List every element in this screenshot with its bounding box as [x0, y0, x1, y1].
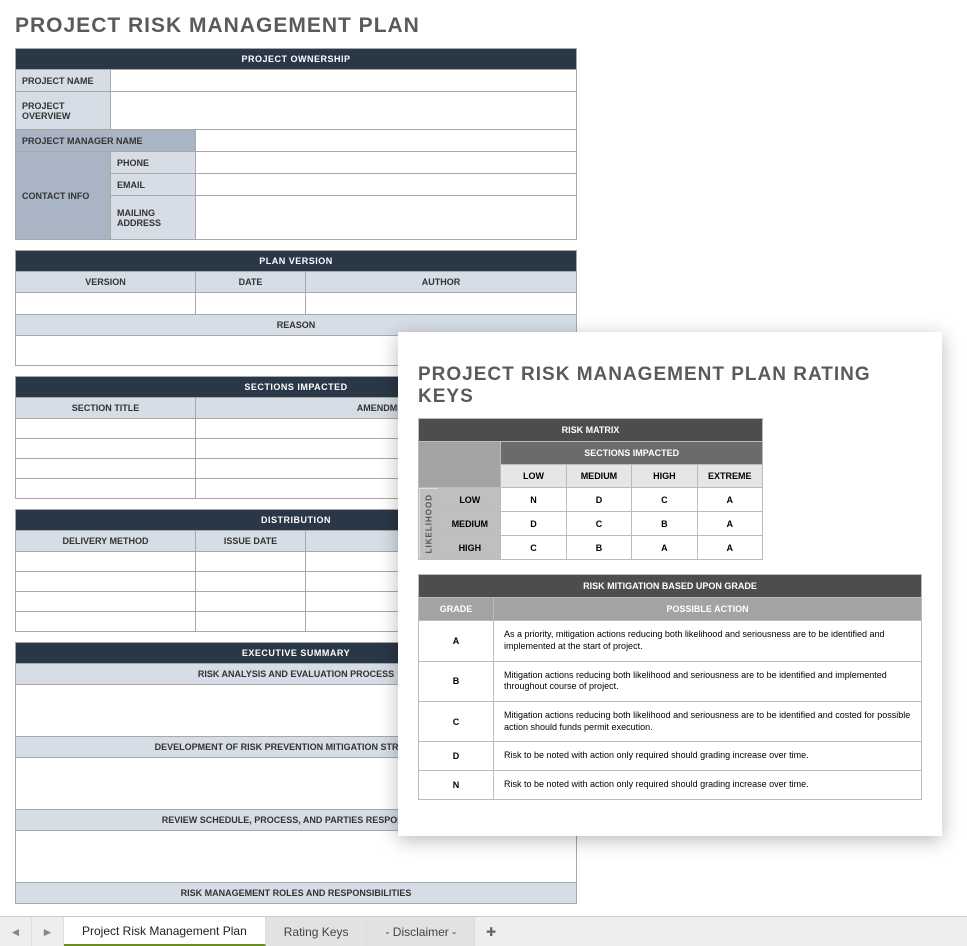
mitigation-header: RISK MITIGATION BASED UPON GRADE [419, 575, 922, 598]
mitigation-table: RISK MITIGATION BASED UPON GRADE GRADE P… [418, 574, 922, 800]
grade-c: C [419, 702, 494, 742]
matrix-header: RISK MATRIX [419, 419, 763, 442]
action-c: Mitigation actions reducing both likelih… [494, 702, 922, 742]
impact-low: LOW [501, 465, 566, 488]
action-a: As a priority, mitigation actions reduci… [494, 621, 922, 661]
matrix-cell: C [632, 488, 697, 512]
dist-row[interactable] [196, 552, 306, 572]
project-overview-value[interactable] [111, 92, 577, 130]
col-author: AUTHOR [306, 272, 577, 293]
matrix-cell: A [697, 488, 762, 512]
matrix-cell: A [697, 536, 762, 560]
col-date: DATE [196, 272, 306, 293]
col-section-title: SECTION TITLE [16, 398, 196, 419]
col-grade: GRADE [419, 598, 494, 621]
likelihood-label: LIKELIHOOD [419, 488, 439, 560]
impact-medium: MEDIUM [566, 465, 631, 488]
matrix-cell: A [697, 512, 762, 536]
matrix-cell: D [566, 488, 631, 512]
author-value[interactable] [306, 293, 577, 315]
exec-r4: RISK MANAGEMENT ROLES AND RESPONSIBILITI… [16, 883, 577, 904]
dist-row[interactable] [196, 612, 306, 632]
overlay-title: PROJECT RISK MANAGEMENT PLAN RATING KEYS [418, 364, 922, 408]
action-n: Risk to be noted with action only requir… [494, 771, 922, 800]
impact-header: SECTIONS IMPACTED [501, 442, 763, 465]
sheet-tab-bar: ◄ ► Project Risk Management Plan Rating … [0, 916, 967, 946]
risk-matrix-table: RISK MATRIX SECTIONS IMPACTED LOW MEDIUM… [418, 418, 763, 560]
like-low: LOW [439, 488, 501, 512]
grade-n: N [419, 771, 494, 800]
like-high: HIGH [439, 536, 501, 560]
impact-high: HIGH [632, 465, 697, 488]
matrix-cell: B [632, 512, 697, 536]
exec-r3-value[interactable] [16, 831, 577, 883]
rating-keys-panel: PROJECT RISK MANAGEMENT PLAN RATING KEYS… [398, 332, 942, 836]
section-row[interactable] [16, 459, 196, 479]
grade-d: D [419, 742, 494, 771]
impact-extreme: EXTREME [697, 465, 762, 488]
project-overview-label: PROJECT OVERVIEW [16, 92, 111, 130]
matrix-cell: C [566, 512, 631, 536]
action-d: Risk to be noted with action only requir… [494, 742, 922, 771]
email-label: EMAIL [111, 174, 196, 196]
section-row[interactable] [16, 439, 196, 459]
dist-row[interactable] [16, 592, 196, 612]
matrix-cell: C [501, 536, 566, 560]
dist-row[interactable] [16, 552, 196, 572]
phone-value[interactable] [196, 152, 577, 174]
matrix-cell: N [501, 488, 566, 512]
mailing-label: MAILING ADDRESS [111, 196, 196, 240]
date-value[interactable] [196, 293, 306, 315]
version-header: PLAN VERSION [16, 251, 577, 272]
ownership-table: PROJECT OWNERSHIP PROJECT NAME PROJECT O… [15, 48, 577, 240]
dist-row[interactable] [196, 572, 306, 592]
project-name-value[interactable] [111, 70, 577, 92]
ownership-header: PROJECT OWNERSHIP [16, 49, 577, 70]
col-issue: ISSUE DATE [196, 531, 306, 552]
page-title: PROJECT RISK MANAGEMENT PLAN [15, 14, 967, 38]
pm-name-label: PROJECT MANAGER NAME [16, 130, 196, 152]
col-delivery: DELIVERY METHOD [16, 531, 196, 552]
matrix-cell: B [566, 536, 631, 560]
mailing-value[interactable] [196, 196, 577, 240]
contact-info-label: CONTACT INFO [16, 152, 111, 240]
like-medium: MEDIUM [439, 512, 501, 536]
matrix-corner [419, 442, 501, 488]
col-action: POSSIBLE ACTION [494, 598, 922, 621]
grade-b: B [419, 661, 494, 701]
phone-label: PHONE [111, 152, 196, 174]
section-row[interactable] [16, 479, 196, 499]
pm-name-value[interactable] [196, 130, 577, 152]
dist-row[interactable] [16, 612, 196, 632]
email-value[interactable] [196, 174, 577, 196]
version-value[interactable] [16, 293, 196, 315]
project-name-label: PROJECT NAME [16, 70, 111, 92]
grade-a: A [419, 621, 494, 661]
dist-row[interactable] [196, 592, 306, 612]
action-b: Mitigation actions reducing both likelih… [494, 661, 922, 701]
matrix-cell: D [501, 512, 566, 536]
section-row[interactable] [16, 419, 196, 439]
dist-row[interactable] [16, 572, 196, 592]
matrix-cell: A [632, 536, 697, 560]
col-version: VERSION [16, 272, 196, 293]
